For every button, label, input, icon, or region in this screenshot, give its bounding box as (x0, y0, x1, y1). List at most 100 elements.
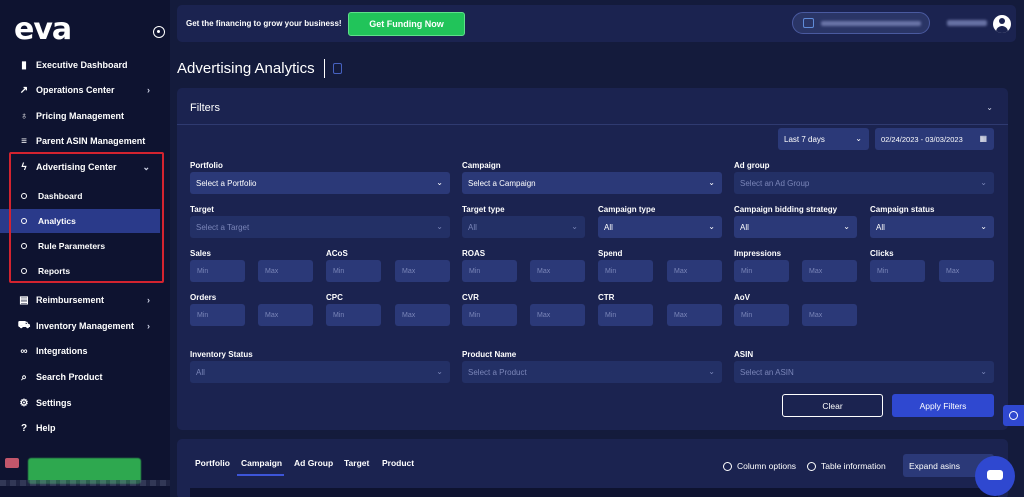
chevron-down-icon[interactable]: ⌄ (986, 103, 993, 112)
sidebar-item-label: Advertising Center (36, 162, 117, 172)
sidebar-item-pricing-management[interactable]: ♁ Pricing Management (0, 104, 170, 128)
sidebar-item-search-product[interactable]: ⌕ Search Product (0, 365, 170, 389)
target-type-value: All (468, 222, 477, 232)
clicks-label: Clicks (870, 249, 894, 258)
roas-min-input[interactable]: Min (462, 260, 517, 282)
impressions-label: Impressions (734, 249, 782, 258)
tab-portfolio[interactable]: Portfolio (195, 458, 230, 468)
chevron-down-icon: ⌄ (980, 222, 987, 231)
apply-filters-button[interactable]: Apply Filters (892, 394, 994, 417)
chevron-right-icon: › (147, 295, 150, 305)
orders-min-input[interactable]: Min (190, 304, 245, 326)
tab-campaign[interactable]: Campaign (241, 458, 282, 468)
date-preset-value: Last 7 days (784, 134, 825, 144)
asin-placeholder: Select an ASIN (740, 367, 794, 377)
ad-group-select[interactable]: Select an Ad Group ⌄ (734, 172, 994, 194)
info-doc-icon[interactable] (333, 63, 342, 74)
settings-float-icon[interactable] (1003, 405, 1024, 426)
column-options-button[interactable]: Column options (723, 461, 796, 471)
table-information-button[interactable]: Table information (807, 461, 886, 471)
campaign-type-select[interactable]: All ⌄ (598, 216, 722, 238)
collapse-sidebar-icon[interactable] (153, 26, 165, 38)
sidebar-item-integrations[interactable]: ∞ Integrations (0, 339, 170, 363)
search-icon: ⌕ (21, 371, 27, 383)
inventory-status-select[interactable]: All ⌄ (190, 361, 450, 383)
sidebar-item-label: Operations Center (36, 85, 115, 95)
impressions-min-input[interactable]: Min (734, 260, 789, 282)
sidebar-item-settings[interactable]: ⚙ Settings (0, 391, 170, 415)
tab-ad-group[interactable]: Ad Group (294, 458, 333, 468)
cvr-min-input[interactable]: Min (462, 304, 517, 326)
sidebar-subitem-reports[interactable]: Reports (0, 259, 160, 283)
chevron-down-icon: ⌄ (436, 367, 443, 376)
sidebar-item-executive-dashboard[interactable]: ▮ Executive Dashboard (0, 53, 170, 77)
cpc-min-input[interactable]: Min (326, 304, 381, 326)
avatar[interactable] (993, 15, 1011, 33)
product-name-label: Product Name (462, 350, 517, 359)
sidebar-item-advertising-center[interactable]: ϟ Advertising Center ⌄ (0, 155, 170, 179)
table-information-label: Table information (821, 461, 886, 471)
orders-label: Orders (190, 293, 217, 302)
aov-max-input[interactable]: Max (802, 304, 857, 326)
sidebar-item-parent-asin-management[interactable]: ≡ Parent ASIN Management (0, 129, 170, 153)
app-logo: eva (14, 12, 72, 47)
target-placeholder: Select a Target (196, 222, 250, 232)
orders-max-input[interactable]: Max (258, 304, 313, 326)
roas-max-input[interactable]: Max (530, 260, 585, 282)
sidebar-item-label: Executive Dashboard (36, 60, 128, 70)
ctr-max-input[interactable]: Max (667, 304, 722, 326)
clear-button[interactable]: Clear (782, 394, 883, 417)
cvr-max-input[interactable]: Max (530, 304, 585, 326)
sidebar-item-reimbursement[interactable]: ▤ Reimbursement › (0, 288, 170, 312)
sidebar-subitem-rule-parameters[interactable]: Rule Parameters (0, 234, 160, 258)
sales-max-input[interactable]: Max (258, 260, 313, 282)
impressions-max-input[interactable]: Max (802, 260, 857, 282)
aov-min-input[interactable]: Min (734, 304, 789, 326)
clicks-min-input[interactable]: Min (870, 260, 925, 282)
bullet-icon (21, 268, 27, 274)
chevron-down-icon: ⌄ (436, 222, 443, 231)
spend-min-input[interactable]: Min (598, 260, 653, 282)
cpc-max-input[interactable]: Max (395, 304, 450, 326)
sidebar-subitem-label: Analytics (38, 216, 76, 226)
acos-min-input[interactable]: Min (326, 260, 381, 282)
tab-product[interactable]: Product (382, 458, 414, 468)
campaign-status-select[interactable]: All ⌄ (870, 216, 994, 238)
campaign-select[interactable]: Select a Campaign ⌄ (462, 172, 722, 194)
active-tab-indicator (237, 474, 284, 476)
ctr-min-input[interactable]: Min (598, 304, 653, 326)
campaign-bidding-strategy-select[interactable]: All ⌄ (734, 216, 857, 238)
sidebar-subitem-analytics[interactable]: Analytics (0, 209, 160, 233)
clicks-max-input[interactable]: Max (939, 260, 994, 282)
date-preset-select[interactable]: Last 7 days ⌄ (778, 128, 869, 150)
product-name-select[interactable]: Select a Product ⌄ (462, 361, 722, 383)
sidebar-subitem-dashboard[interactable]: Dashboard (0, 184, 160, 208)
date-range-input[interactable]: 02/24/2023 - 03/03/2023 ▦ (875, 128, 994, 150)
lightning-icon: ϟ (21, 161, 27, 173)
chat-button[interactable] (975, 456, 1015, 496)
sidebar-item-label: Search Product (36, 372, 103, 382)
link-icon: ∞ (20, 345, 28, 357)
sidebar-item-inventory-management[interactable]: ⛟ Inventory Management › (0, 314, 170, 338)
user-name-redacted (947, 20, 987, 26)
date-range-value: 02/24/2023 - 03/03/2023 (881, 134, 963, 144)
sidebar-item-label: Integrations (36, 346, 88, 356)
asin-select[interactable]: Select an ASIN ⌄ (734, 361, 994, 383)
sidebar-item-help[interactable]: ? Help (0, 416, 170, 440)
target-type-select[interactable]: All ⌄ (462, 216, 585, 238)
acos-max-input[interactable]: Max (395, 260, 450, 282)
target-type-label: Target type (462, 205, 505, 214)
chevron-down-icon: ⌄ (855, 134, 862, 143)
sales-min-input[interactable]: Min (190, 260, 245, 282)
account-selector[interactable] (792, 12, 930, 34)
campaign-type-label: Campaign type (598, 205, 656, 214)
spend-max-input[interactable]: Max (667, 260, 722, 282)
sidebar-item-operations-center[interactable]: ↗ Operations Center › (0, 78, 170, 102)
target-select[interactable]: Select a Target ⌄ (190, 216, 450, 238)
document-icon: ▤ (19, 294, 29, 306)
get-funding-button[interactable]: Get Funding Now (348, 12, 465, 36)
chevron-right-icon: › (147, 85, 150, 95)
campaign-bidding-strategy-label: Campaign bidding strategy (734, 205, 838, 214)
tab-target[interactable]: Target (344, 458, 369, 468)
portfolio-select[interactable]: Select a Portfolio ⌄ (190, 172, 450, 194)
